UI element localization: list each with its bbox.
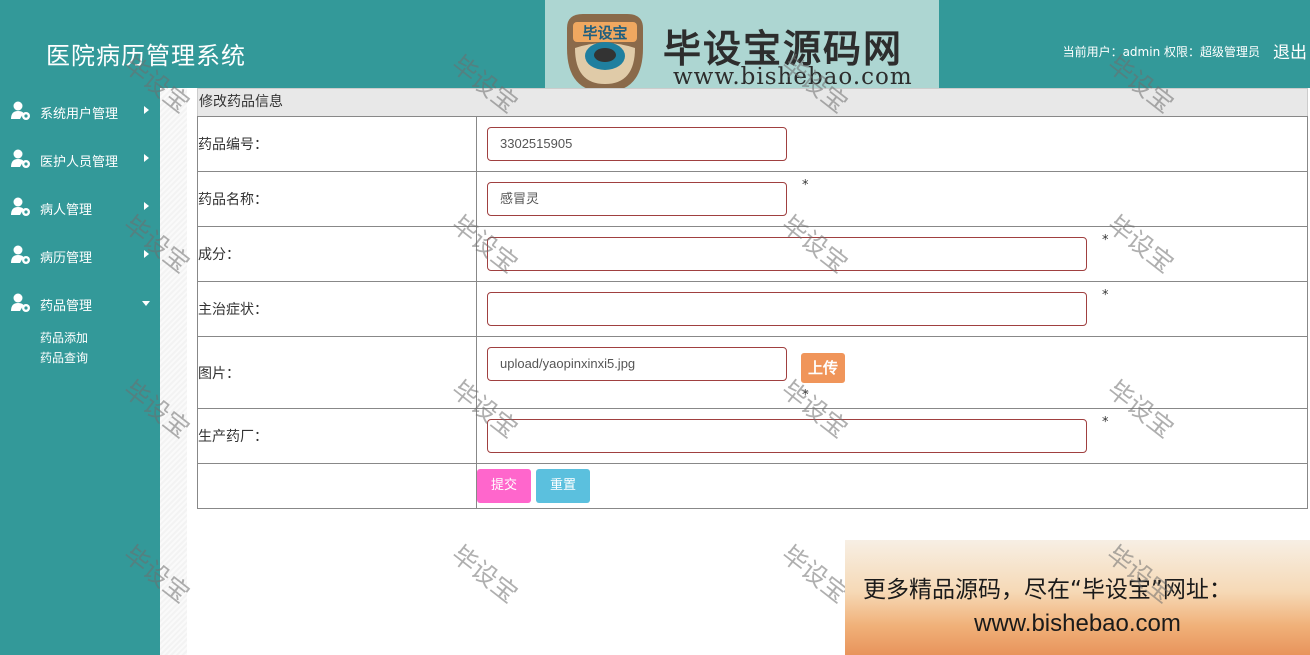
field-cell: * (476, 226, 1308, 282)
medicine-name-input[interactable]: 感冒灵 (487, 182, 787, 216)
caret-right-icon (144, 106, 149, 114)
form-row-actions: 提交 重置 (197, 463, 1308, 509)
logo-badge-text: 毕设宝 (582, 24, 627, 42)
content-border-stripe (160, 88, 187, 655)
sidebar-item-label: 医护人员管理 (40, 155, 119, 170)
required-marker: * (1102, 233, 1109, 248)
form-row-ingredients: 成分： * (197, 226, 1308, 282)
field-label: 成分： (197, 226, 477, 282)
symptoms-input[interactable] (487, 292, 1087, 326)
caret-down-icon (142, 301, 150, 306)
medicine-code-input[interactable]: 3302515905 (487, 127, 787, 161)
edit-medicine-form: 药品编号： 3302515905 药品名称： 感冒灵 * 成分： * 主治症状：… (197, 116, 1308, 509)
field-cell: * (476, 281, 1308, 337)
sidebar-item-medical-records[interactable]: 病历管理 (0, 234, 160, 274)
caret-right-icon (144, 202, 149, 210)
user-gear-icon (11, 101, 30, 120)
field-cell: 3302515905 (476, 116, 1308, 172)
promo-url: www.bishebao.com (974, 610, 1181, 637)
user-gear-icon (11, 293, 30, 312)
logo-url: www.bishebao.com (673, 64, 913, 90)
user-info: 当前用户：admin 权限：超级管理员 (1062, 45, 1260, 59)
form-title: 修改药品信息 (197, 88, 1308, 117)
sidebar-item-patients[interactable]: 病人管理 (0, 186, 160, 226)
manufacturer-input[interactable] (487, 419, 1087, 453)
logout-link[interactable]: 退出 (1273, 38, 1307, 63)
form-row-name: 药品名称： 感冒灵 * (197, 171, 1308, 227)
required-marker: * (802, 178, 809, 193)
field-label: 药品名称： (197, 171, 477, 227)
user-gear-icon (11, 149, 30, 168)
form-row-code: 药品编号： 3302515905 (197, 116, 1308, 172)
required-marker: * (802, 388, 809, 403)
sidebar-item-medicine[interactable]: 药品管理 (0, 282, 160, 322)
sidebar: 系统用户管理 医护人员管理 病人管理 病历管理 药品管理 药品添加 药品查询 (0, 88, 160, 655)
sidebar-item-label: 药品管理 (40, 299, 93, 314)
caret-right-icon (144, 250, 149, 258)
watermark: 毕设宝 (446, 539, 524, 609)
field-cell: * (476, 408, 1308, 464)
actions-cell: 提交 重置 (476, 463, 1308, 509)
sidebar-item-system-users[interactable]: 系统用户管理 (0, 90, 160, 130)
logo-mascot-icon: 毕设宝 (567, 14, 643, 92)
promo-banner: 更多精品源码，尽在“毕设宝”网址： www.bishebao.com 毕设宝 (845, 540, 1310, 655)
sidebar-item-label: 系统用户管理 (40, 107, 119, 122)
form-row-image: 图片： upload/yaopinxinxi5.jpg 上传 * (197, 336, 1308, 409)
user-gear-icon (11, 245, 30, 264)
field-label: 图片： (197, 336, 477, 409)
field-cell: 感冒灵 * (476, 171, 1308, 227)
form-row-manufacturer: 生产药厂： * (197, 408, 1308, 464)
reset-button[interactable]: 重置 (536, 469, 590, 503)
field-label: 主治症状： (197, 281, 477, 337)
ingredients-input[interactable] (487, 237, 1087, 271)
sidebar-item-label: 病历管理 (40, 251, 93, 266)
promo-text: 更多精品源码，尽在“毕设宝”网址： (863, 577, 1232, 603)
image-path-input[interactable]: upload/yaopinxinxi5.jpg (487, 347, 787, 381)
user-gear-icon (11, 197, 30, 216)
field-label: 生产药厂： (197, 408, 477, 464)
app-title: 医院病历管理系统 (46, 42, 246, 70)
upload-button[interactable]: 上传 (801, 353, 845, 383)
sidebar-subitem-add-medicine[interactable]: 药品添加 (40, 329, 88, 346)
form-row-symptoms: 主治症状： * (197, 281, 1308, 337)
caret-right-icon (144, 154, 149, 162)
empty-label-cell (197, 463, 477, 509)
required-marker: * (1102, 415, 1109, 430)
field-label: 药品编号： (197, 116, 477, 172)
submit-button[interactable]: 提交 (477, 469, 531, 503)
sidebar-subitem-query-medicine[interactable]: 药品查询 (40, 349, 88, 366)
required-marker: * (1102, 288, 1109, 303)
watermark: 毕设宝 (776, 539, 854, 609)
field-cell: upload/yaopinxinxi5.jpg 上传 * (476, 336, 1308, 409)
sidebar-item-medical-staff[interactable]: 医护人员管理 (0, 138, 160, 178)
sidebar-item-label: 病人管理 (40, 203, 93, 218)
